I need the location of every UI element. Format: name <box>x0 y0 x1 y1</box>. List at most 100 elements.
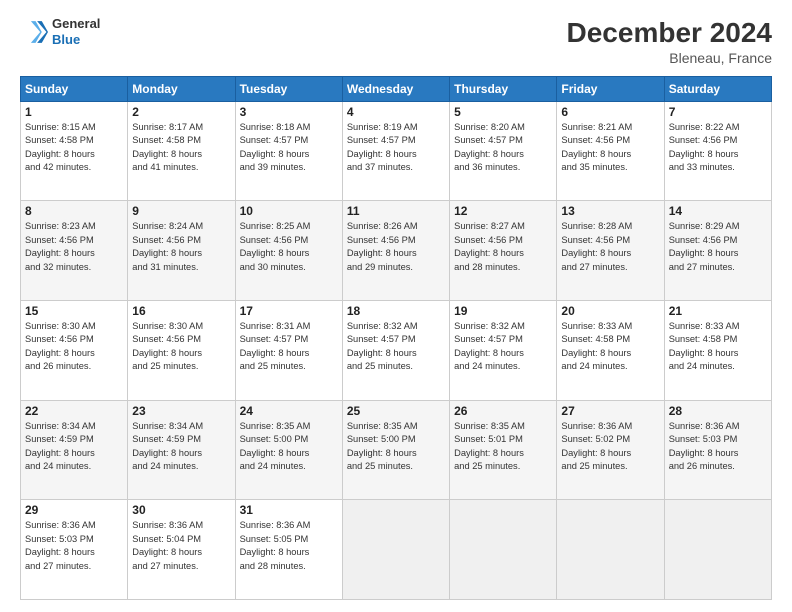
day-info: Sunrise: 8:30 AM Sunset: 4:56 PM Dayligh… <box>132 320 230 374</box>
calendar-cell: 4 Sunrise: 8:19 AM Sunset: 4:57 PM Daylig… <box>342 101 449 201</box>
day-number: 14 <box>669 204 767 218</box>
day-number: 13 <box>561 204 659 218</box>
calendar-cell: 9 Sunrise: 8:24 AM Sunset: 4:56 PM Daylig… <box>128 201 235 301</box>
header: General Blue December 2024 Bleneau, Fran… <box>20 16 772 66</box>
calendar-cell: 11 Sunrise: 8:26 AM Sunset: 4:56 PM Dayli… <box>342 201 449 301</box>
day-info: Sunrise: 8:35 AM Sunset: 5:01 PM Dayligh… <box>454 420 552 474</box>
day-number: 11 <box>347 204 445 218</box>
calendar-cell <box>664 500 771 600</box>
day-info: Sunrise: 8:18 AM Sunset: 4:57 PM Dayligh… <box>240 121 338 175</box>
title-block: December 2024 Bleneau, France <box>567 16 772 66</box>
calendar-cell: 25 Sunrise: 8:35 AM Sunset: 5:00 PM Dayli… <box>342 400 449 500</box>
day-info: Sunrise: 8:24 AM Sunset: 4:56 PM Dayligh… <box>132 220 230 274</box>
calendar-cell: 19Sunrise: 8:32 AM Sunset: 4:57 PM Dayli… <box>450 300 557 400</box>
calendar-cell: 15 Sunrise: 8:30 AM Sunset: 4:56 PM Dayli… <box>21 300 128 400</box>
day-info: Sunrise: 8:30 AM Sunset: 4:56 PM Dayligh… <box>25 320 123 374</box>
week-row-3: 15 Sunrise: 8:30 AM Sunset: 4:56 PM Dayli… <box>21 300 772 400</box>
calendar-cell: 10 Sunrise: 8:25 AM Sunset: 4:56 PM Dayli… <box>235 201 342 301</box>
day-info: Sunrise: 8:36 AM Sunset: 5:05 PM Dayligh… <box>240 519 338 573</box>
day-info: Sunrise: 8:33 AM Sunset: 4:58 PM Dayligh… <box>669 320 767 374</box>
day-number: 5 <box>454 105 552 119</box>
logo: General Blue <box>20 16 100 47</box>
header-day-tuesday: Tuesday <box>235 76 342 101</box>
day-info: Sunrise: 8:36 AM Sunset: 5:04 PM Dayligh… <box>132 519 230 573</box>
day-info: Sunrise: 8:25 AM Sunset: 4:56 PM Dayligh… <box>240 220 338 274</box>
header-day-sunday: Sunday <box>21 76 128 101</box>
header-day-thursday: Thursday <box>450 76 557 101</box>
day-info: Sunrise: 8:27 AM Sunset: 4:56 PM Dayligh… <box>454 220 552 274</box>
day-info: Sunrise: 8:28 AM Sunset: 4:56 PM Dayligh… <box>561 220 659 274</box>
calendar-cell: 5Sunrise: 8:20 AM Sunset: 4:57 PM Daylig… <box>450 101 557 201</box>
day-number: 30 <box>132 503 230 517</box>
day-info: Sunrise: 8:36 AM Sunset: 5:03 PM Dayligh… <box>669 420 767 474</box>
calendar-cell: 8 Sunrise: 8:23 AM Sunset: 4:56 PM Daylig… <box>21 201 128 301</box>
calendar-cell: 27 Sunrise: 8:36 AM Sunset: 5:02 PM Dayli… <box>557 400 664 500</box>
day-info: Sunrise: 8:26 AM Sunset: 4:56 PM Dayligh… <box>347 220 445 274</box>
week-row-4: 22 Sunrise: 8:34 AM Sunset: 4:59 PM Dayli… <box>21 400 772 500</box>
calendar-cell: 1 Sunrise: 8:15 AM Sunset: 4:58 PM Daylig… <box>21 101 128 201</box>
day-number: 8 <box>25 204 123 218</box>
calendar-cell <box>557 500 664 600</box>
day-number: 27 <box>561 404 659 418</box>
day-info: Sunrise: 8:19 AM Sunset: 4:57 PM Dayligh… <box>347 121 445 175</box>
day-info: Sunrise: 8:21 AM Sunset: 4:56 PM Dayligh… <box>561 121 659 175</box>
calendar-cell: 26 Sunrise: 8:35 AM Sunset: 5:01 PM Dayli… <box>450 400 557 500</box>
calendar-cell: 29 Sunrise: 8:36 AM Sunset: 5:03 PM Dayli… <box>21 500 128 600</box>
logo-text: General Blue <box>52 16 100 47</box>
week-row-5: 29 Sunrise: 8:36 AM Sunset: 5:03 PM Dayli… <box>21 500 772 600</box>
calendar-cell: 22Sunrise: 8:34 AM Sunset: 4:59 PM Dayli… <box>21 400 128 500</box>
day-info: Sunrise: 8:36 AM Sunset: 5:02 PM Dayligh… <box>561 420 659 474</box>
day-number: 20 <box>561 304 659 318</box>
calendar-cell: 23Sunrise: 8:34 AM Sunset: 4:59 PM Dayli… <box>128 400 235 500</box>
day-number: 3 <box>240 105 338 119</box>
day-number: 15 <box>25 304 123 318</box>
calendar-cell: 31Sunrise: 8:36 AM Sunset: 5:05 PM Dayli… <box>235 500 342 600</box>
day-number: 1 <box>25 105 123 119</box>
calendar-cell: 2Sunrise: 8:17 AM Sunset: 4:58 PM Daylig… <box>128 101 235 201</box>
day-number: 9 <box>132 204 230 218</box>
day-number: 26 <box>454 404 552 418</box>
calendar-cell: 24 Sunrise: 8:35 AM Sunset: 5:00 PM Dayli… <box>235 400 342 500</box>
day-info: Sunrise: 8:35 AM Sunset: 5:00 PM Dayligh… <box>347 420 445 474</box>
calendar-cell: 30 Sunrise: 8:36 AM Sunset: 5:04 PM Dayli… <box>128 500 235 600</box>
page: General Blue December 2024 Bleneau, Fran… <box>0 0 792 612</box>
calendar-cell: 20Sunrise: 8:33 AM Sunset: 4:58 PM Dayli… <box>557 300 664 400</box>
day-number: 28 <box>669 404 767 418</box>
calendar-cell: 16Sunrise: 8:30 AM Sunset: 4:56 PM Dayli… <box>128 300 235 400</box>
calendar-cell: 17 Sunrise: 8:31 AM Sunset: 4:57 PM Dayli… <box>235 300 342 400</box>
week-row-2: 8 Sunrise: 8:23 AM Sunset: 4:56 PM Daylig… <box>21 201 772 301</box>
day-number: 7 <box>669 105 767 119</box>
day-info: Sunrise: 8:32 AM Sunset: 4:57 PM Dayligh… <box>347 320 445 374</box>
day-info: Sunrise: 8:23 AM Sunset: 4:56 PM Dayligh… <box>25 220 123 274</box>
calendar-cell <box>342 500 449 600</box>
header-day-wednesday: Wednesday <box>342 76 449 101</box>
day-number: 10 <box>240 204 338 218</box>
header-day-friday: Friday <box>557 76 664 101</box>
calendar-body: 1 Sunrise: 8:15 AM Sunset: 4:58 PM Daylig… <box>21 101 772 599</box>
logo-line1: General <box>52 16 100 32</box>
calendar-cell: 28 Sunrise: 8:36 AM Sunset: 5:03 PM Dayli… <box>664 400 771 500</box>
logo-icon <box>20 18 48 46</box>
day-info: Sunrise: 8:31 AM Sunset: 4:57 PM Dayligh… <box>240 320 338 374</box>
day-number: 24 <box>240 404 338 418</box>
day-number: 25 <box>347 404 445 418</box>
logo-line2: Blue <box>52 32 100 48</box>
day-number: 2 <box>132 105 230 119</box>
day-number: 29 <box>25 503 123 517</box>
day-info: Sunrise: 8:34 AM Sunset: 4:59 PM Dayligh… <box>132 420 230 474</box>
day-info: Sunrise: 8:35 AM Sunset: 5:00 PM Dayligh… <box>240 420 338 474</box>
calendar-table: SundayMondayTuesdayWednesdayThursdayFrid… <box>20 76 772 600</box>
subtitle: Bleneau, France <box>567 50 772 66</box>
day-info: Sunrise: 8:22 AM Sunset: 4:56 PM Dayligh… <box>669 121 767 175</box>
day-number: 21 <box>669 304 767 318</box>
day-number: 4 <box>347 105 445 119</box>
day-number: 22 <box>25 404 123 418</box>
day-info: Sunrise: 8:15 AM Sunset: 4:58 PM Dayligh… <box>25 121 123 175</box>
calendar-cell: 18Sunrise: 8:32 AM Sunset: 4:57 PM Dayli… <box>342 300 449 400</box>
day-info: Sunrise: 8:36 AM Sunset: 5:03 PM Dayligh… <box>25 519 123 573</box>
day-number: 17 <box>240 304 338 318</box>
calendar-cell: 12Sunrise: 8:27 AM Sunset: 4:56 PM Dayli… <box>450 201 557 301</box>
day-info: Sunrise: 8:32 AM Sunset: 4:57 PM Dayligh… <box>454 320 552 374</box>
calendar-cell: 14Sunrise: 8:29 AM Sunset: 4:56 PM Dayli… <box>664 201 771 301</box>
calendar-cell: 7 Sunrise: 8:22 AM Sunset: 4:56 PM Daylig… <box>664 101 771 201</box>
